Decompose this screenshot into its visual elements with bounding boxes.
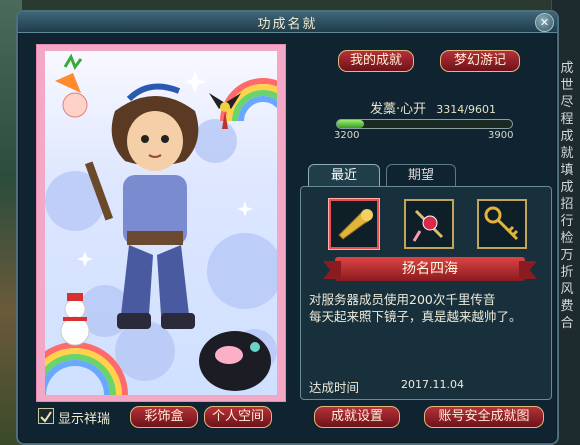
- ruby-brooch-icon[interactable]: [404, 199, 454, 249]
- my-achievements-button[interactable]: 我的成就: [338, 50, 414, 72]
- close-icon[interactable]: ✕: [535, 13, 554, 32]
- golden-horn-icon[interactable]: [329, 199, 379, 249]
- completed-date: 2017.11.04: [401, 378, 464, 391]
- title-bar[interactable]: 功成名就 ✕: [18, 12, 557, 33]
- character-portrait-frame: [36, 44, 286, 402]
- penguin-icon: [199, 331, 271, 391]
- tab-recent[interactable]: 最近: [308, 164, 380, 187]
- player-name: 发藁·心开: [370, 102, 427, 117]
- carrot-icon: [55, 53, 88, 118]
- background-side-text: 成世尽程成就填成招行检万折风费合: [560, 61, 574, 331]
- show-details-label: 显示祥瑞: [58, 412, 111, 427]
- personal-space-button[interactable]: 个人空间: [204, 406, 272, 428]
- achievement-title-ribbon: 扬名四海: [335, 257, 525, 281]
- show-details-checkbox[interactable]: [38, 408, 54, 424]
- window-title: 功成名就: [257, 17, 318, 32]
- progress-range-end: 3900: [488, 130, 514, 141]
- completed-label: 达成时间: [309, 380, 360, 395]
- decor-box-button[interactable]: 彩饰盒: [130, 406, 198, 428]
- account-security-button[interactable]: 账号安全成就图: [424, 406, 544, 428]
- tab-expected[interactable]: 期望: [386, 164, 456, 187]
- player-stats: 发藁·心开 3314/9601: [318, 98, 548, 117]
- progress-range-start: 3200: [334, 130, 360, 141]
- portrait-art: [45, 53, 277, 395]
- description-line-2: 每天起来照下镜子，真是越来越帅了。: [309, 309, 522, 324]
- description-line-1: 对服务器成员使用200次千里传音: [309, 292, 496, 307]
- achievement-score: 3314/9601: [436, 103, 496, 116]
- golden-key-icon[interactable]: [477, 199, 527, 249]
- dream-journey-button[interactable]: 梦幻游记: [440, 50, 520, 72]
- achievement-description: 对服务器成员使用200次千里传音 每天起来照下镜子，真是越来越帅了。: [309, 291, 545, 325]
- score-progress-fill: [337, 120, 365, 128]
- character-portrait: [45, 51, 277, 395]
- achievement-detail-panel: 扬名四海 对服务器成员使用200次千里传音 每天起来照下镜子，真是越来越帅了。 …: [300, 186, 552, 400]
- score-progress-bar: [336, 119, 513, 129]
- achievement-window: 功成名就 ✕ 我的成就 梦幻游记 发藁·心开 3314/9601 3200 39…: [16, 10, 559, 445]
- achievement-settings-button[interactable]: 成就设置: [314, 406, 400, 428]
